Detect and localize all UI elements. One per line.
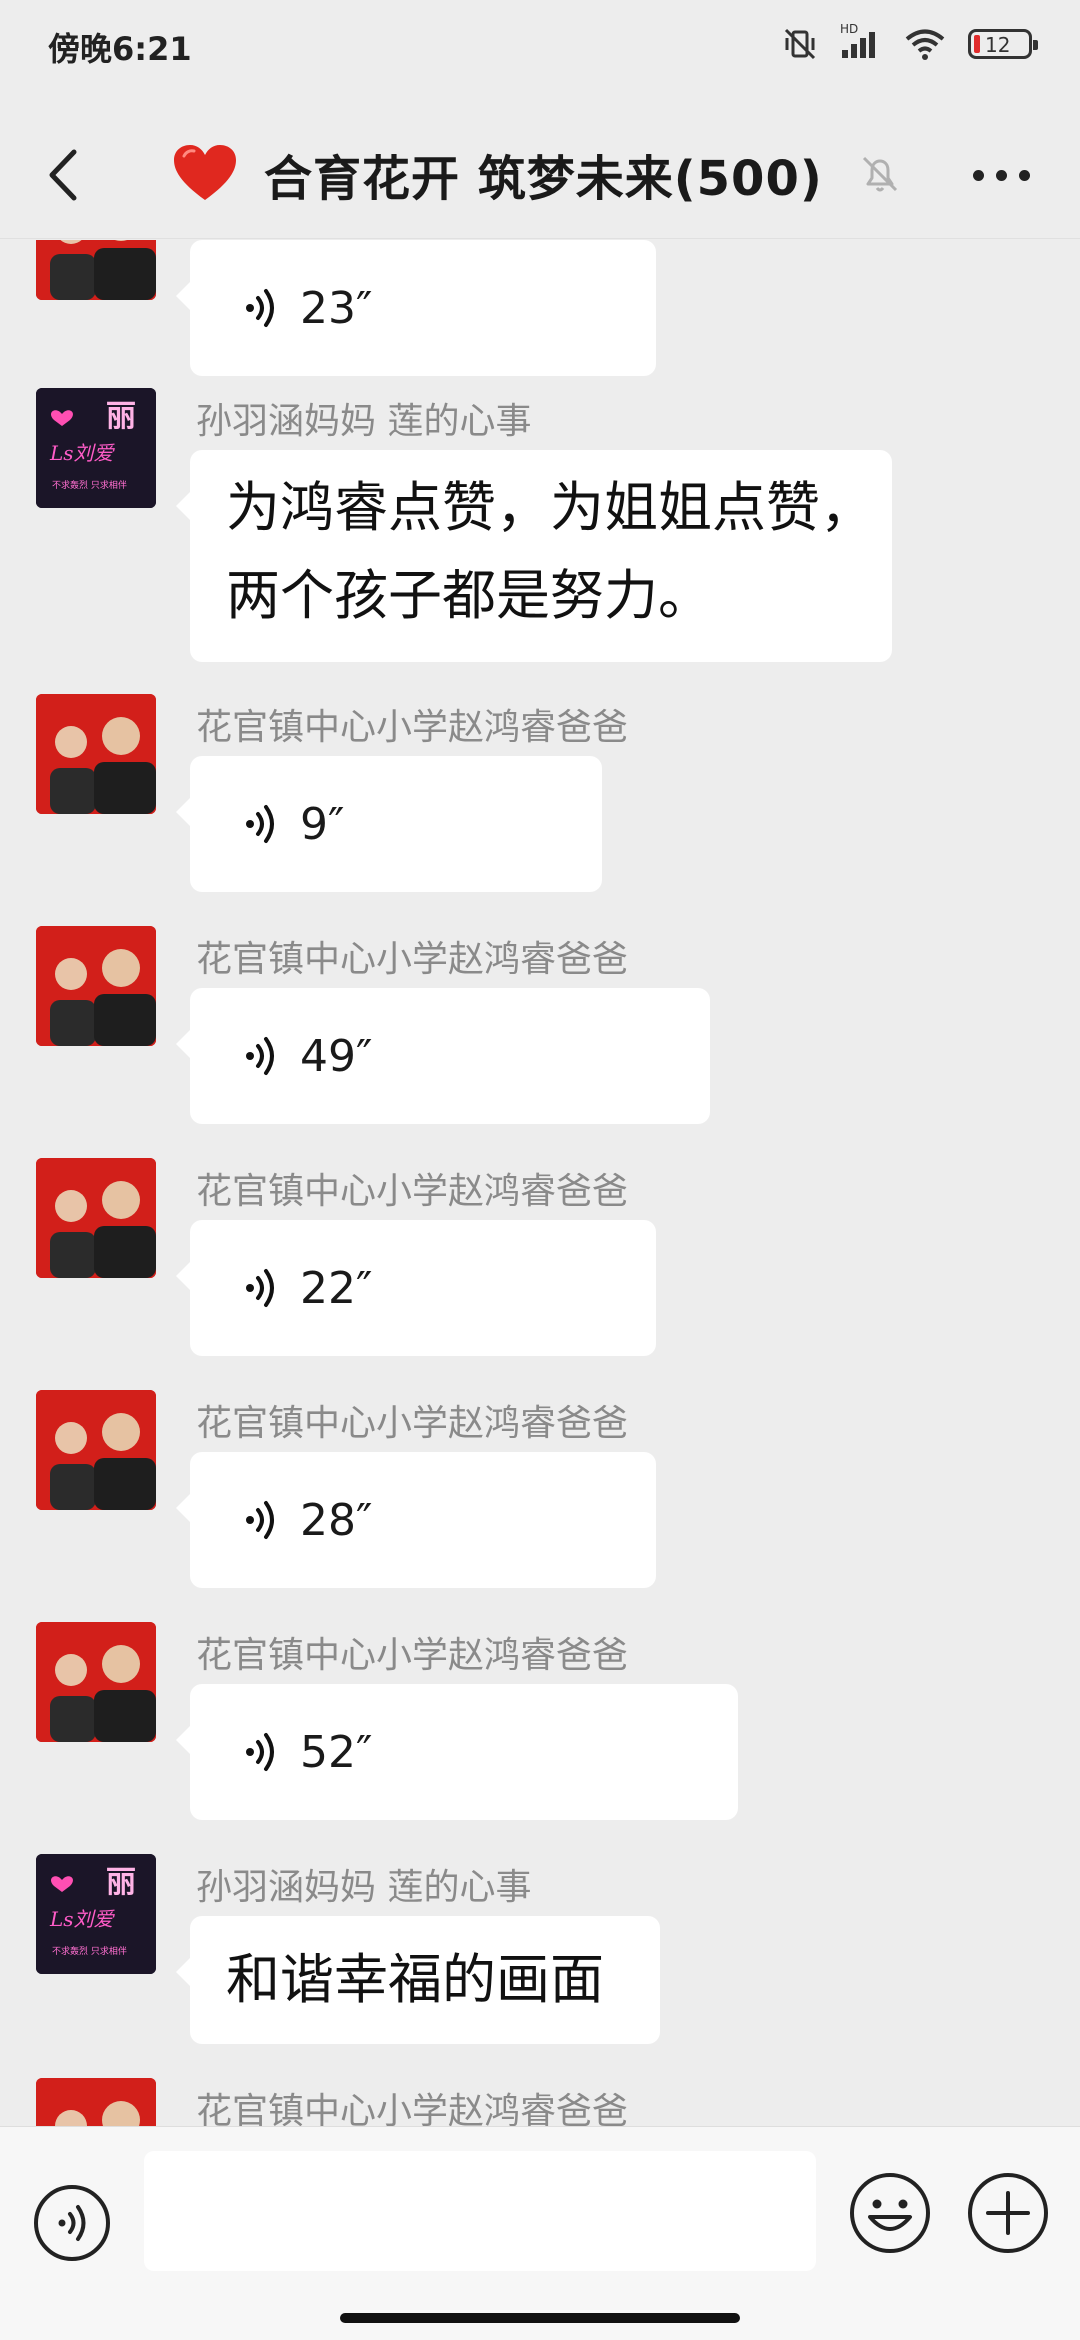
mute-bell-icon <box>862 156 898 192</box>
sender-name: 花官镇中心小学赵鸿睿爸爸 <box>196 707 629 748</box>
status-icons: HD 12 <box>782 22 1038 62</box>
avatar[interactable] <box>36 1622 156 1742</box>
heart-icon <box>174 145 236 200</box>
more-functions-button[interactable] <box>966 2171 1050 2255</box>
neon-avatar-art: 丽 Ls刘爱 不求轰烈 只求相伴 <box>36 388 156 508</box>
battery-icon: 12 <box>968 29 1038 59</box>
back-button[interactable] <box>36 140 96 210</box>
sender-name: 孙羽涵妈妈 莲的心事 <box>196 401 532 442</box>
sender-name: 孙羽涵妈妈 莲的心事 <box>196 1867 532 1908</box>
voice-message-bubble[interactable]: 52″ <box>176 1684 738 1820</box>
voice-message-bubble[interactable]: 28″ <box>176 1452 656 1588</box>
sender-name: 花官镇中心小学赵鸿睿爸爸 <box>196 1403 629 1444</box>
voice-message-bubble[interactable]: 22″ <box>176 1220 656 1356</box>
voice-message-bubble[interactable]: 23″ <box>176 240 656 376</box>
voice-duration: 22″ <box>300 1262 373 1314</box>
chat-title: 合育花开 筑梦未来(500) <box>172 134 823 214</box>
message-text-line: 为鸿睿点赞，为姐姐点赞， <box>226 476 874 539</box>
avatar[interactable] <box>36 1158 156 1278</box>
chat-title-text: 合育花开 筑梦未来(500) <box>264 151 823 207</box>
sender-name: 花官镇中心小学赵鸿睿爸爸 <box>196 1171 629 1212</box>
sender-name: 花官镇中心小学赵鸿睿爸爸 <box>196 2091 629 2126</box>
battery-level: 12 <box>985 33 1011 57</box>
neon-script: Ls刘爱 <box>49 1907 116 1931</box>
avatar-photo <box>36 926 156 1046</box>
voice-wave-icon <box>246 805 274 843</box>
dot-icon <box>1019 170 1030 181</box>
avatar-photo <box>36 694 156 814</box>
avatar[interactable] <box>36 240 156 300</box>
neon-script: Ls刘爱 <box>49 441 116 465</box>
status-time: 傍晚6:21 <box>48 30 192 68</box>
status-bar: 傍晚6:21 HD 12 <box>0 0 1080 90</box>
text-message-bubble[interactable]: 为鸿睿点赞，为姐姐点赞， 两个孩子都是努力。 <box>176 450 892 662</box>
avatar[interactable] <box>36 2078 156 2126</box>
voice-input-button[interactable] <box>32 2183 112 2263</box>
home-indicator[interactable] <box>340 2313 740 2323</box>
emoji-button[interactable] <box>848 2171 932 2255</box>
avatar[interactable] <box>36 926 156 1046</box>
more-options-button[interactable] <box>973 170 1030 181</box>
avatar-photo <box>36 2078 156 2126</box>
vibrate-off-icon <box>784 28 816 60</box>
avatar[interactable]: 丽 Ls刘爱 不求轰烈 只求相伴 <box>36 1854 156 1974</box>
voice-duration: 23″ <box>300 282 373 334</box>
neon-tagline: 不求轰烈 只求相伴 <box>52 479 127 491</box>
voice-duration: 9″ <box>300 798 345 850</box>
chat-header: 合育花开 筑梦未来(500) <box>0 110 1080 239</box>
voice-wave-icon <box>246 1037 274 1075</box>
voice-duration: 49″ <box>300 1030 373 1082</box>
voice-message-bubble[interactable]: 49″ <box>176 988 710 1124</box>
neon-glyph: 丽 <box>106 399 136 434</box>
neon-glyph: 丽 <box>106 1865 136 1900</box>
avatar[interactable]: 丽 Ls刘爱 不求轰烈 只求相伴 <box>36 388 156 508</box>
chat-screen: 傍晚6:21 HD 12 合育花开 筑梦未来(500) 23″ 丽 Ls刘爱 不… <box>0 0 1080 2340</box>
text-message-bubble[interactable]: 和谐幸福的画面 <box>176 1916 660 2044</box>
voice-duration: 52″ <box>300 1726 373 1778</box>
signal-group: HD <box>840 22 882 60</box>
neon-tagline: 不求轰烈 只求相伴 <box>52 1945 127 1957</box>
dot-icon <box>973 170 984 181</box>
message-list[interactable]: 23″ 丽 Ls刘爱 不求轰烈 只求相伴 孙羽涵妈妈 莲的心事 为鸿睿点赞，为姐… <box>0 240 1080 2126</box>
voice-wave-icon <box>246 1733 274 1771</box>
avatar-photo <box>36 240 156 300</box>
message-text-line: 和谐幸福的画面 <box>226 1948 604 2011</box>
neon-avatar-art: 丽 Ls刘爱 不求轰烈 只求相伴 <box>36 1854 156 1974</box>
voice-message-bubble[interactable]: 9″ <box>176 756 602 892</box>
input-bar <box>0 2126 1080 2340</box>
avatar[interactable] <box>36 694 156 814</box>
battery-level-fill <box>974 35 980 53</box>
avatar-photo <box>36 1158 156 1278</box>
voice-wave-icon <box>246 289 274 327</box>
chevron-left-icon <box>49 149 77 201</box>
message-input[interactable] <box>144 2151 816 2271</box>
voice-wave-icon <box>246 1501 274 1539</box>
hd-label: HD <box>840 22 859 36</box>
sender-name: 花官镇中心小学赵鸿睿爸爸 <box>196 1635 629 1676</box>
voice-wave-icon <box>246 1269 274 1307</box>
sender-name: 花官镇中心小学赵鸿睿爸爸 <box>196 939 629 980</box>
avatar-photo <box>36 1622 156 1742</box>
avatar-photo <box>36 1390 156 1510</box>
avatar[interactable] <box>36 1390 156 1510</box>
wifi-icon <box>905 29 945 60</box>
voice-duration: 28″ <box>300 1494 373 1546</box>
message-text-line: 两个孩子都是努力。 <box>226 564 712 627</box>
dot-icon <box>996 170 1007 181</box>
